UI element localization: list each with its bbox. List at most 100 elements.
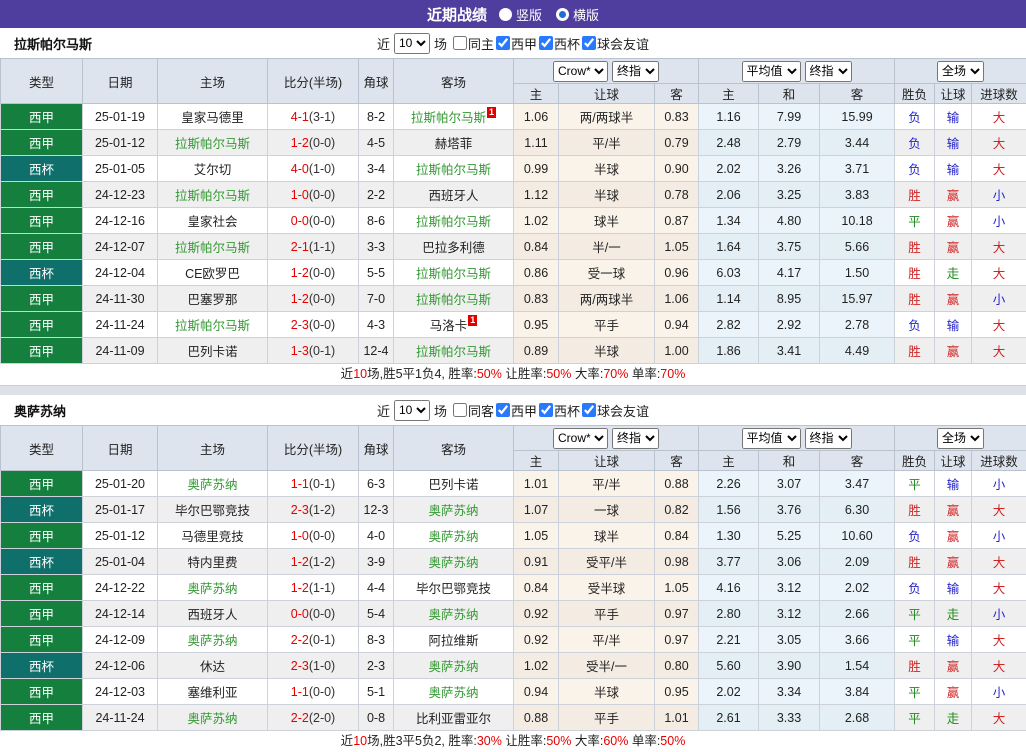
fulltime-score: 2-2 [291,633,309,647]
summary-text: 30% [477,734,502,748]
avg-home-odds: 1.30 [699,523,759,549]
corner-count: 4-5 [359,130,394,156]
final-odds-select-2[interactable]: 终指 [805,428,852,449]
away-team-name: 拉斯帕尔马斯 [416,267,491,281]
filter-checkbox[interactable] [582,36,596,50]
away-team-name: 奥萨苏纳 [428,530,478,544]
fullmatch-select[interactable]: 全场 [937,61,984,82]
crow-away-odds: 0.94 [655,312,699,338]
avg-home-odds: 2.48 [699,130,759,156]
result-handicap: 输 [935,627,972,653]
radio-vertical-layout[interactable]: 竖版 [499,5,542,24]
filter-option-label: 球会友谊 [597,401,649,420]
bookmaker-select[interactable]: Crow* [553,428,608,449]
filter-checkbox[interactable] [539,403,553,417]
avg-draw-odds: 3.05 [759,627,820,653]
match-date: 25-01-19 [83,104,158,130]
home-team: 拉斯帕尔马斯 [158,130,268,156]
match-date: 25-01-05 [83,156,158,182]
result-win-draw-loss: 平 [895,705,935,731]
col-header-type: 类型 [1,426,83,471]
avg-draw-odds: 3.75 [759,234,820,260]
crow-home-odds: 0.95 [514,312,559,338]
summary-text: 场,胜3平5负2, 胜率: [367,734,477,748]
filter-option-同主[interactable]: 同主 [453,34,494,53]
fulltime-score: 2-1 [291,240,309,254]
corner-count: 8-2 [359,104,394,130]
corner-count: 4-0 [359,523,394,549]
filter-checkbox[interactable] [453,403,467,417]
league-type-badge: 西甲 [1,208,83,234]
home-team-name: 拉斯帕尔马斯 [175,241,250,255]
final-odds-select[interactable]: 终指 [612,428,659,449]
filter-option-同客[interactable]: 同客 [453,401,494,420]
away-team: 拉斯帕尔马斯 [394,260,514,286]
radio-horizontal-layout[interactable]: 横版 [556,5,599,24]
filter-option-西杯[interactable]: 西杯 [539,401,580,420]
crow-home-odds: 0.91 [514,549,559,575]
filter-option-西杯[interactable]: 西杯 [539,34,580,53]
average-select[interactable]: 平均值 [742,61,801,82]
filter-option-西甲[interactable]: 西甲 [496,401,537,420]
league-type-badge: 西杯 [1,497,83,523]
avg-draw-odds: 4.80 [759,208,820,234]
match-row: 西杯25-01-04特内里费1-2(1-2)3-9奥萨苏纳0.91受平/半0.9… [1,549,1026,575]
filter-checkbox[interactable] [453,36,467,50]
result-goals: 大 [972,104,1026,130]
crow-away-odds: 0.97 [655,627,699,653]
avg-draw-odds: 3.34 [759,679,820,705]
halftime-score: (1-1) [309,581,335,595]
average-select[interactable]: 平均值 [742,428,801,449]
home-team: 艾尔切 [158,156,268,182]
match-date: 24-12-03 [83,679,158,705]
col-header-home: 主场 [158,59,268,104]
crow-home-odds: 0.99 [514,156,559,182]
fulltime-score: 1-2 [291,292,309,306]
crow-home-odds: 0.92 [514,627,559,653]
radio-selected-icon[interactable] [556,8,569,21]
col-header-away: 客场 [394,59,514,104]
crow-away-odds: 0.79 [655,130,699,156]
match-date: 25-01-20 [83,471,158,497]
fulltime-score: 0-0 [291,607,309,621]
away-team-name: 奥萨苏纳 [428,556,478,570]
filter-checkbox[interactable] [539,36,553,50]
away-team: 奥萨苏纳 [394,679,514,705]
result-win-draw-loss: 平 [895,601,935,627]
score-cell: 2-3(1-2) [268,497,359,523]
final-odds-select-2[interactable]: 终指 [805,61,852,82]
filter-option-球会友谊[interactable]: 球会友谊 [582,401,649,420]
final-odds-select[interactable]: 终指 [612,61,659,82]
avg-home-odds: 1.34 [699,208,759,234]
avg-home-odds: 2.02 [699,679,759,705]
games-count-select[interactable]: 10 [394,400,430,421]
fullmatch-select[interactable]: 全场 [937,428,984,449]
handicap-line: 平/半 [559,130,655,156]
home-team: 休达 [158,653,268,679]
filter-checkbox[interactable] [496,36,510,50]
home-team-name: 奥萨苏纳 [187,634,237,648]
games-count-select[interactable]: 10 [394,33,430,54]
filter-checkbox[interactable] [582,403,596,417]
avg-draw-odds: 3.25 [759,182,820,208]
result-handicap: 赢 [935,338,972,364]
avg-away-odds: 1.50 [820,260,895,286]
result-win-draw-loss: 负 [895,130,935,156]
filter-option-球会友谊[interactable]: 球会友谊 [582,34,649,53]
avg-draw-odds: 5.25 [759,523,820,549]
away-team: 马洛卡1 [394,312,514,338]
sub-header-avg-home: 主 [699,84,759,104]
handicap-line: 半/一 [559,234,655,260]
corner-count: 12-3 [359,497,394,523]
away-team-name: 比利亚雷亚尔 [416,712,491,726]
league-type-badge: 西甲 [1,627,83,653]
radio-icon[interactable] [499,8,512,21]
filter-checkbox[interactable] [496,403,510,417]
summary-text: 单率: [628,734,660,748]
bookmaker-select[interactable]: Crow* [553,61,608,82]
summary-text: 50% [660,734,685,748]
away-team: 拉斯帕尔马斯 [394,208,514,234]
match-date: 24-12-23 [83,182,158,208]
result-goals: 大 [972,234,1026,260]
filter-option-西甲[interactable]: 西甲 [496,34,537,53]
